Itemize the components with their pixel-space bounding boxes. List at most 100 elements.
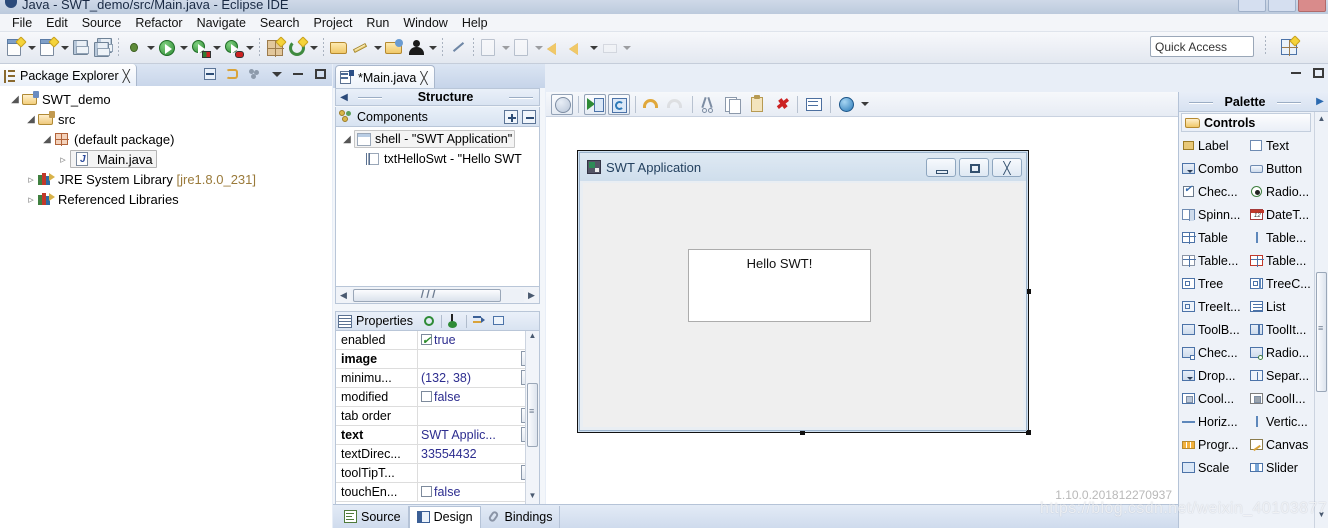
maximize-icon[interactable] [313,67,328,82]
new-java-class-button[interactable] [37,35,70,61]
search-button[interactable] [350,35,383,61]
window-close-button[interactable] [1298,0,1326,12]
palette-item-table-item[interactable]: Table... [1179,249,1247,272]
property-row[interactable]: minimu... (132, 38)⋯ [336,369,539,388]
structure-item-shell[interactable]: shell - "SWT Application" [336,129,539,149]
twisty-icon[interactable] [56,153,70,166]
palette-item-tree-column[interactable]: TreeC... [1247,272,1315,295]
next-annotation-button[interactable] [478,35,511,61]
palette-item-table-column[interactable]: Table... [1247,226,1315,249]
search-dropdown-icon[interactable] [372,37,383,59]
user-button[interactable] [405,35,438,61]
maximize-icon[interactable] [1311,66,1326,81]
minimize-icon[interactable] [291,67,306,82]
show-events-icon[interactable] [421,313,437,329]
swt-restore-button[interactable] [959,157,989,177]
left-arrow-icon[interactable]: ◀ [336,92,352,103]
forward-dropdown-icon[interactable] [621,37,632,59]
new-wizard-button[interactable] [4,35,37,61]
twisty-icon[interactable] [24,193,38,206]
property-row[interactable]: tab order ⋯ [336,407,539,426]
structure-item-txt-hello-swt[interactable]: txtHelloSwt - "Hello SWT [336,149,539,169]
tab-source[interactable]: Source [337,505,409,528]
checkbox-icon[interactable] [421,391,432,402]
twisty-icon[interactable] [24,173,38,186]
previous-annotation-button[interactable] [511,35,544,61]
redo-icon[interactable] [665,94,687,115]
menu-file[interactable]: File [5,15,39,31]
scroll-right-icon[interactable]: ▶ [524,290,539,301]
menu-edit[interactable]: Edit [39,15,75,31]
quick-access-input[interactable]: Quick Access [1150,36,1254,57]
palette-item-toolitem[interactable]: ToolIt... [1247,318,1315,341]
property-row[interactable]: textDirec... 33554432 [336,445,539,464]
undo-icon[interactable] [641,94,663,115]
tab-package-explorer[interactable]: Package Explorer ╳ [0,64,137,86]
palette-item-table-cursor[interactable]: Table... [1247,249,1315,272]
tab-design[interactable]: Design [408,505,481,528]
back-button[interactable] [566,35,599,61]
scroll-up-icon[interactable]: ▲ [526,331,539,345]
design-canvas[interactable]: SWT Application ╳ Hello SWT! 1.10.0.2018… [546,117,1178,504]
skip-breakpoints-button[interactable] [447,35,469,61]
checkbox-icon[interactable] [421,486,432,497]
scroll-track[interactable] [351,288,524,302]
tree-item-main-java[interactable]: J Main.java [0,149,332,169]
scroll-thumb[interactable] [353,288,501,302]
copy-icon[interactable] [722,94,744,115]
link-with-editor-icon[interactable] [225,67,240,82]
palette-item-toolitem-dropdown[interactable]: Drop... [1179,364,1247,387]
palette-category-controls[interactable]: Controls [1181,113,1311,132]
previous-annotation-dropdown-icon[interactable] [533,37,544,59]
property-row[interactable]: toolTipT... ⋯ [336,464,539,483]
refresh-button[interactable] [286,35,319,61]
palette-item-vertical-separator[interactable]: Vertic... [1247,410,1315,433]
property-value[interactable]: false [418,483,539,501]
back-dropdown-icon[interactable] [588,37,599,59]
collapse-all-icon[interactable] [203,67,218,82]
menu-run[interactable]: Run [359,15,396,31]
paste-icon[interactable] [746,94,768,115]
view-menu-dots-icon[interactable] [247,67,262,82]
coverage-dropdown-icon[interactable] [244,37,255,59]
palette-item-text[interactable]: Text [1247,134,1315,157]
palette-item-scale[interactable]: Scale [1179,456,1247,479]
cut-icon[interactable] [698,94,720,115]
debug-dropdown-icon[interactable] [145,37,156,59]
scroll-down-icon[interactable]: ▼ [1315,510,1328,524]
close-icon[interactable]: ╳ [123,69,130,83]
property-row[interactable]: modified false [336,388,539,407]
palette-item-tree[interactable]: Tree [1179,272,1247,295]
scroll-up-icon[interactable]: ▲ [1315,114,1328,128]
last-edit-location-button[interactable] [544,35,566,61]
right-arrow-icon[interactable]: ▶ [1311,96,1328,107]
property-value[interactable]: true [418,331,539,349]
tree-item-default-package[interactable]: (default package) [0,129,332,149]
coverage-button[interactable] [222,35,255,61]
new-package-button[interactable] [264,35,287,61]
palette-item-canvas[interactable]: Canvas [1247,433,1315,456]
refresh-design-icon[interactable] [608,93,630,115]
tree-item-src[interactable]: src [0,109,332,129]
tree-item-swt-demo[interactable]: SWT_demo [0,89,332,109]
twisty-icon[interactable] [8,94,22,105]
run-external-dropdown-icon[interactable] [211,37,222,59]
window-maximize-button[interactable] [1268,0,1296,12]
save-button[interactable] [70,35,92,61]
menu-window[interactable]: Window [396,15,454,31]
palette-item-toolitem-separator[interactable]: Separ... [1247,364,1315,387]
palette-item-toolbar[interactable]: ToolB... [1179,318,1247,341]
checkbox-checked-icon[interactable] [421,332,432,349]
view-menu-icon[interactable] [269,67,284,82]
palette-item-combo[interactable]: Combo [1179,157,1247,180]
tree-item-referenced-libraries[interactable]: Referenced Libraries [0,189,332,209]
external-browser-icon[interactable] [836,94,858,115]
menu-navigate[interactable]: Navigate [190,15,253,31]
structure-horizontal-scrollbar[interactable]: ◀ ▶ [335,287,540,304]
window-minimize-button[interactable] [1238,0,1266,12]
palette-item-coolbar[interactable]: Cool... [1179,387,1247,410]
save-all-button[interactable] [92,35,114,61]
palette-item-spinner[interactable]: Spinn... [1179,203,1247,226]
debug-button[interactable] [123,35,156,61]
twisty-icon[interactable] [24,114,38,125]
